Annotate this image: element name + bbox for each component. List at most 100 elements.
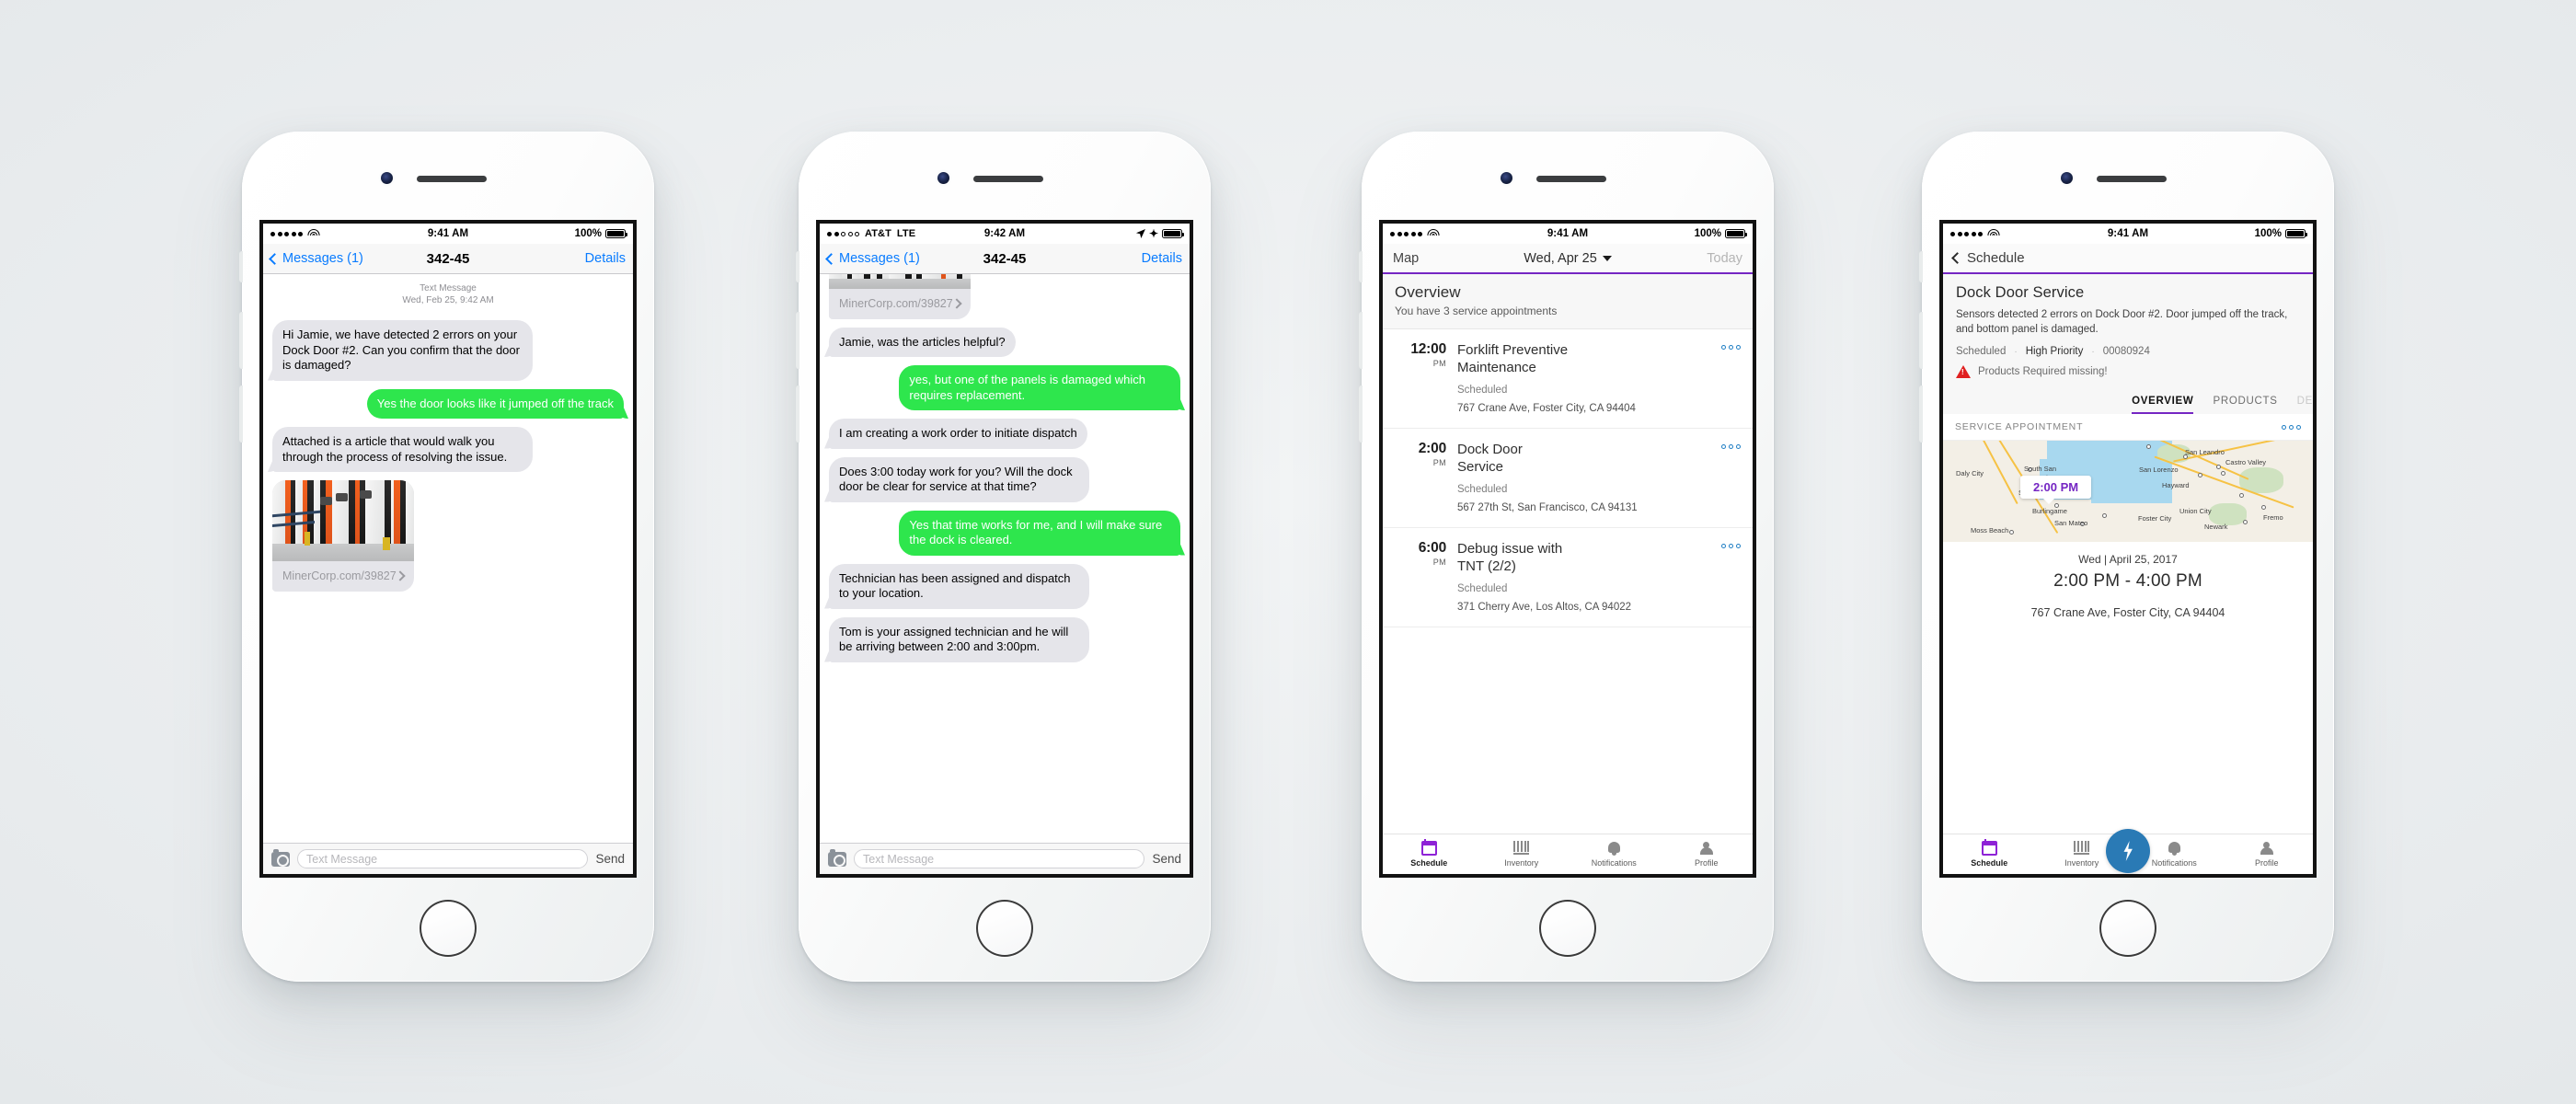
link-preview-bubble[interactable]: MinerCorp.com/39827 — [272, 480, 414, 592]
appointment-row[interactable]: 6:00 PM Debug issue with TNT (2/2) Sched… — [1383, 528, 1753, 627]
today-button[interactable]: Today — [1707, 251, 1742, 266]
battery-icon — [605, 228, 628, 239]
appointment-meridiem: PM — [1432, 359, 1446, 368]
message-composer: Text Message Send — [820, 843, 1190, 874]
inventory-icon — [2074, 841, 2090, 856]
work-order-title: Dock Door Service — [1956, 284, 2085, 301]
appointment-list[interactable]: 12:00 PM Forklift Preventive Maintenance… — [1383, 329, 1753, 834]
appointment-date: Wed | April 25, 2017 — [2078, 553, 2178, 566]
detail-tab-strip: OVERVIEW PRODUCTS DE — [1943, 386, 2313, 414]
tab-schedule[interactable]: Schedule — [1383, 834, 1476, 874]
send-button[interactable]: Send — [1152, 852, 1181, 866]
camera-icon[interactable] — [271, 849, 290, 867]
warning-triangle-icon — [1956, 365, 1971, 378]
message-thread[interactable]: MinerCorp.com/39827 Jamie, was the artic… — [820, 274, 1190, 843]
status-bar: 9:41 AM 100% — [263, 224, 633, 244]
tab-schedule[interactable]: Schedule — [1943, 834, 2036, 874]
appointment-address: 567 27th St, San Francisco, CA 94131 — [1457, 502, 1638, 513]
battery-icon — [1725, 228, 1748, 239]
link-url: MinerCorp.com/39827 — [282, 569, 397, 582]
link-preview-row[interactable]: MinerCorp.com/39827 — [829, 289, 971, 319]
chevron-left-icon — [1951, 252, 1963, 264]
front-camera-icon — [381, 172, 393, 184]
message-input-placeholder: Text Message — [306, 852, 378, 866]
message-bubble-incoming: Technician has been assigned and dispatc… — [829, 563, 1089, 609]
quick-action-fab[interactable] — [2106, 829, 2150, 873]
back-to-schedule-button[interactable]: Schedule — [1951, 250, 2025, 266]
link-preview-bubble[interactable]: MinerCorp.com/39827 — [829, 274, 971, 319]
appointment-address: 371 Cherry Ave, Los Altos, CA 94022 — [1457, 602, 1632, 613]
detail-nav-bar: Schedule — [1943, 244, 2313, 274]
link-preview-row[interactable]: MinerCorp.com/39827 — [272, 561, 414, 592]
overflow-menu-icon[interactable] — [1721, 341, 1741, 414]
home-button[interactable] — [2099, 900, 2156, 957]
message-composer: Text Message Send — [263, 843, 633, 874]
overflow-menu-icon[interactable] — [1721, 540, 1741, 613]
carrier-name: AT&T — [865, 228, 891, 239]
messages-nav-bar: Messages (1) 342-45 Details — [820, 244, 1190, 274]
battery-icon — [1162, 228, 1185, 239]
message-input[interactable]: Text Message — [854, 849, 1145, 868]
map-time-callout: 2:00 PM — [2020, 476, 2092, 504]
chevron-down-icon — [1602, 255, 1612, 261]
person-icon — [1699, 841, 1714, 856]
back-label: Messages (1) — [839, 251, 920, 266]
phone-3-screen: 9:41 AM 100% Map Wed, Apr 25 Today Overv… — [1383, 224, 1753, 874]
overflow-menu-icon[interactable] — [1721, 441, 1741, 513]
appointment-address: 767 Crane Ave, Foster City, CA 94404 — [2030, 606, 2225, 619]
message-bubble-incoming: Tom is your assigned technician and he w… — [829, 616, 1089, 662]
message-thread[interactable]: Text Message Wed, Feb 25, 9:42 AM Hi Jam… — [263, 274, 633, 843]
home-button[interactable] — [976, 900, 1033, 957]
message-input[interactable]: Text Message — [297, 849, 589, 868]
back-to-messages-button[interactable]: Messages (1) — [269, 251, 363, 266]
bell-icon — [1607, 841, 1621, 856]
tab-profile[interactable]: Profile — [2221, 834, 2314, 874]
map-label: Daly City — [1956, 469, 1984, 477]
date-picker[interactable]: Wed, Apr 25 — [1383, 251, 1753, 266]
appointment-row[interactable]: 12:00 PM Forklift Preventive Maintenance… — [1383, 329, 1753, 429]
map-land-sf — [2013, 441, 2047, 459]
camera-icon[interactable] — [828, 849, 846, 867]
battery-percent: 100% — [2254, 228, 2282, 239]
tab-products[interactable]: PRODUCTS — [2213, 396, 2277, 414]
send-button[interactable]: Send — [595, 852, 625, 866]
service-appointment-section: SERVICE APPOINTMENT — [1943, 414, 2313, 441]
status-bar-right: 100% — [1694, 228, 1748, 239]
appointment-when: Wed | April 25, 2017 2:00 PM - 4:00 PM 7… — [1943, 542, 2313, 621]
message-input-placeholder: Text Message — [863, 852, 935, 866]
appointment-row[interactable]: 2:00 PM Dock Door Service Scheduled 567 … — [1383, 429, 1753, 528]
phone-2-screen: AT&T LTE 9:42 AM ✦ Messages (1) 342-45 D… — [820, 224, 1190, 874]
bell-icon — [2168, 841, 2181, 856]
appointment-body: Forklift Preventive Maintenance Schedule… — [1457, 341, 1710, 414]
front-camera-icon — [937, 172, 949, 184]
appointment-name: Forklift Preventive Maintenance — [1457, 342, 1569, 375]
message-bubble-incoming: Does 3:00 today work for you? Will the d… — [829, 456, 1089, 502]
tab-label: Schedule — [1971, 858, 2008, 868]
battery-percent: 100% — [1694, 228, 1721, 239]
overflow-menu-icon[interactable] — [2282, 425, 2301, 430]
phone-1-messages: 9:41 AM 100% Messages (1) 342-45 Details… — [239, 132, 654, 982]
home-button[interactable] — [420, 900, 477, 957]
details-button[interactable]: Details — [585, 251, 626, 266]
home-button[interactable] — [1539, 900, 1596, 957]
tab-inventory[interactable]: Inventory — [1476, 834, 1569, 874]
map-button[interactable]: Map — [1393, 251, 1419, 266]
battery-percent: 100% — [574, 228, 602, 239]
appointment-status: Scheduled — [1457, 583, 1508, 594]
message-bubble-incoming: Jamie, was the articles helpful? — [829, 327, 1016, 357]
appointment-time: 12:00 PM — [1395, 341, 1446, 414]
phone-4-screen: 9:41 AM 100% Schedule Dock Door Service … — [1943, 224, 2313, 874]
tab-details[interactable]: DE — [2297, 396, 2313, 414]
tab-overview[interactable]: OVERVIEW — [2132, 396, 2194, 414]
map-label: Foster City — [2138, 514, 2172, 523]
status-bar-left: AT&T LTE — [827, 228, 915, 239]
tab-profile[interactable]: Profile — [1661, 834, 1754, 874]
tab-label: Notifications — [2151, 858, 2197, 868]
details-button[interactable]: Details — [1142, 251, 1182, 266]
tab-label: Inventory — [1504, 858, 1539, 868]
appointment-map[interactable]: Daly City South San Francisco San Lorenz… — [1943, 441, 2313, 542]
tab-notifications[interactable]: Notifications — [1568, 834, 1661, 874]
back-to-messages-button[interactable]: Messages (1) — [825, 251, 920, 266]
earpiece-speaker — [2097, 176, 2167, 182]
overview-subtitle: You have 3 service appointments — [1395, 305, 1558, 317]
